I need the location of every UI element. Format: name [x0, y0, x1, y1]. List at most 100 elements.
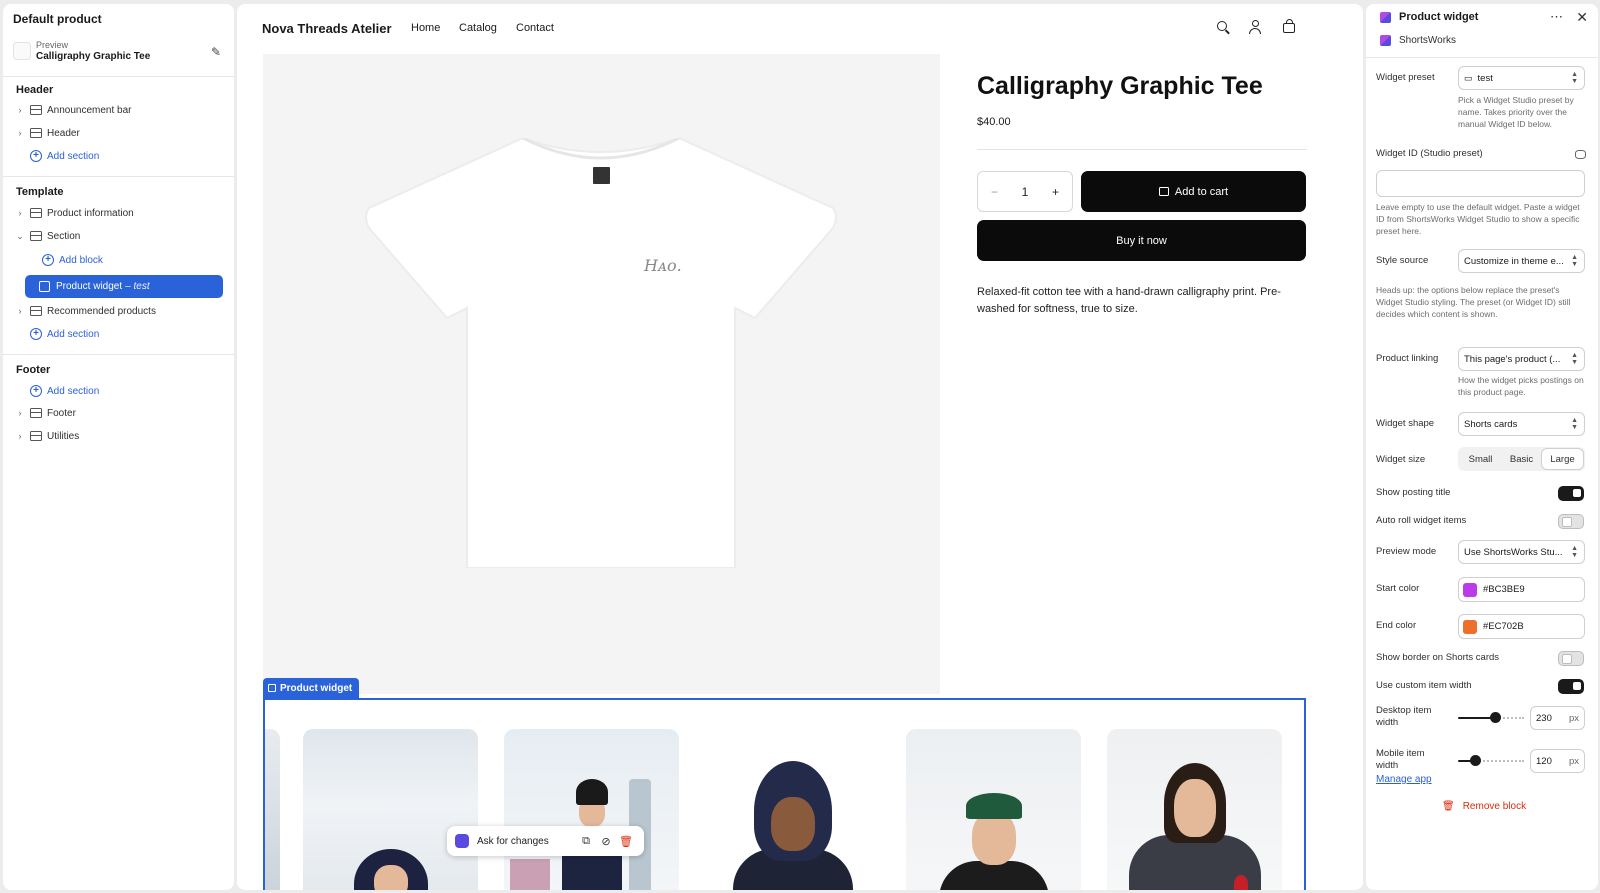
add-section-footer-link[interactable]: + Add section [30, 381, 99, 401]
desktop-width-input[interactable]: 230 px [1530, 706, 1585, 730]
chevron-right-icon[interactable]: › [15, 128, 25, 138]
custom-width-toggle[interactable] [1558, 679, 1584, 694]
panel-title: Product widget [1399, 11, 1479, 23]
widget-id-label: Widget ID (Studio preset) [1376, 148, 1483, 159]
ask-for-changes-bar[interactable]: Ask for changes ⧉ ⊘ 🗑 [447, 826, 644, 856]
template-group-title: Template [16, 186, 64, 198]
chevron-down-icon[interactable]: ⌄ [15, 231, 25, 242]
person-hair [575, 779, 608, 805]
chevron-right-icon[interactable]: › [15, 408, 25, 418]
end-color-input[interactable]: #EC702B [1458, 614, 1585, 639]
preview-mode-select[interactable]: Use ShortsWorks Stu... ▲ ▼ [1458, 540, 1585, 564]
slider-track [1458, 717, 1494, 719]
shorts-card[interactable] [504, 729, 679, 890]
person-figure [938, 861, 1049, 890]
select-arrows-icon: ▲ ▼ [1571, 254, 1578, 268]
shorts-card[interactable] [303, 729, 478, 890]
slider-knob[interactable] [1470, 755, 1481, 766]
preview-thumbnail [13, 42, 31, 60]
size-option-basic[interactable]: Basic [1501, 449, 1542, 469]
chevron-right-icon[interactable]: › [15, 306, 25, 316]
tree-item-header[interactable]: › Header [15, 123, 223, 143]
selected-widget-tag[interactable]: Product widget [263, 678, 360, 698]
tree-item-footer[interactable]: › Footer [15, 403, 223, 423]
product-image[interactable]: Hᴀᴏ. [263, 54, 940, 694]
account-icon[interactable] [1247, 19, 1263, 35]
widget-size-segmented[interactable]: Small Basic Large [1458, 447, 1585, 471]
duplicate-icon[interactable]: ⧉ [576, 835, 596, 848]
chevron-right-icon[interactable]: › [15, 105, 25, 115]
preview-product-selector[interactable]: Preview Calligraphy Graphic Tee ✎ [13, 38, 223, 68]
nav-catalog[interactable]: Catalog [459, 22, 497, 34]
remove-block-button[interactable]: 🗑 Remove block [1442, 801, 1526, 812]
quantity-decrease-button[interactable]: − [991, 185, 998, 199]
quantity-increase-button[interactable]: + [1052, 185, 1059, 199]
size-option-small[interactable]: Small [1460, 449, 1501, 469]
size-option-large[interactable]: Large [1542, 449, 1583, 469]
style-source-select[interactable]: Customize in theme e... ▲ ▼ [1458, 249, 1585, 273]
start-color-input[interactable]: #BC3BE9 [1458, 577, 1585, 602]
tree-item-product-information[interactable]: › Product information [15, 203, 223, 223]
quantity-stepper[interactable]: − 1 + [977, 171, 1073, 212]
buy-now-button[interactable]: Buy it now [977, 220, 1306, 261]
store-brand[interactable]: Nova Threads Atelier [262, 21, 392, 36]
mobile-width-label: Mobile item width [1376, 748, 1425, 771]
tree-item-label: Announcement bar [47, 104, 132, 116]
tree-item-utilities[interactable]: › Utilities [15, 426, 223, 446]
add-section-header-link[interactable]: + Add section [30, 146, 99, 166]
nav-home[interactable]: Home [411, 22, 440, 34]
product-linking-select[interactable]: This page's product (... ▲ ▼ [1458, 347, 1585, 371]
divider [3, 76, 234, 77]
database-icon[interactable] [1575, 150, 1586, 159]
end-color-swatch[interactable] [1463, 619, 1477, 634]
chevron-right-icon[interactable]: › [15, 431, 25, 441]
ask-for-changes-label[interactable]: Ask for changes [477, 836, 576, 847]
more-options-icon[interactable]: ⋯ [1550, 9, 1564, 25]
app-name-row[interactable]: ShortsWorks [1380, 35, 1456, 46]
search-icon[interactable] [1215, 19, 1231, 35]
end-color-value: #EC702B [1483, 621, 1524, 632]
edit-pencil-icon[interactable]: ✎ [211, 45, 221, 59]
nav-contact[interactable]: Contact [516, 22, 554, 34]
chevron-right-icon[interactable]: › [15, 208, 25, 218]
slider-rest [1476, 760, 1524, 762]
auto-roll-toggle[interactable] [1558, 514, 1584, 529]
hide-icon[interactable]: ⊘ [596, 835, 616, 848]
show-posting-title-toggle[interactable] [1558, 486, 1584, 501]
plus-circle-icon: + [30, 150, 42, 162]
mobile-width-slider[interactable] [1458, 752, 1524, 770]
shorts-card[interactable] [906, 729, 1081, 890]
tree-item-announcement-bar[interactable]: › Announcement bar [15, 100, 223, 120]
shorts-card[interactable] [265, 729, 280, 890]
add-to-cart-button[interactable]: Add to cart [1081, 171, 1306, 212]
plus-circle-icon: + [30, 328, 42, 340]
widget-id-help: Leave empty to use the default widget. P… [1376, 202, 1580, 236]
section-icon [30, 128, 42, 138]
show-border-toggle[interactable] [1558, 651, 1584, 666]
tree-item-recommended-products[interactable]: › Recommended products [15, 301, 223, 321]
widget-preset-label: Widget preset [1376, 72, 1435, 83]
tree-item-section[interactable]: ⌄ Section [15, 226, 223, 246]
mobile-width-input[interactable]: 120 px [1530, 749, 1585, 773]
select-arrows-icon: ▲ ▼ [1571, 352, 1578, 366]
product-widget-carousel[interactable] [263, 698, 1306, 890]
widget-preset-select[interactable]: ▭ test ▲ ▼ [1458, 66, 1585, 90]
cart-icon[interactable] [1281, 19, 1297, 35]
widget-id-input[interactable] [1376, 170, 1585, 197]
header-group-title: Header [16, 84, 54, 96]
slider-knob[interactable] [1490, 712, 1501, 723]
quantity-value[interactable]: 1 [1022, 185, 1029, 199]
delete-icon[interactable]: 🗑 [616, 835, 636, 848]
selected-block-product-widget[interactable]: Product widget – test [25, 275, 223, 298]
manage-app-link[interactable]: Manage app [1376, 774, 1432, 785]
desktop-width-slider[interactable] [1458, 709, 1524, 727]
shorts-card[interactable] [1107, 729, 1282, 890]
add-section-template-link[interactable]: + Add section [30, 324, 99, 344]
section-icon [30, 208, 42, 218]
divider [977, 149, 1307, 150]
shorts-card[interactable] [705, 729, 880, 890]
close-icon[interactable]: ✕ [1576, 9, 1588, 26]
add-block-link[interactable]: + Add block [42, 250, 103, 270]
widget-shape-select[interactable]: Shorts cards ▲ ▼ [1458, 412, 1585, 436]
start-color-swatch[interactable] [1463, 582, 1477, 597]
